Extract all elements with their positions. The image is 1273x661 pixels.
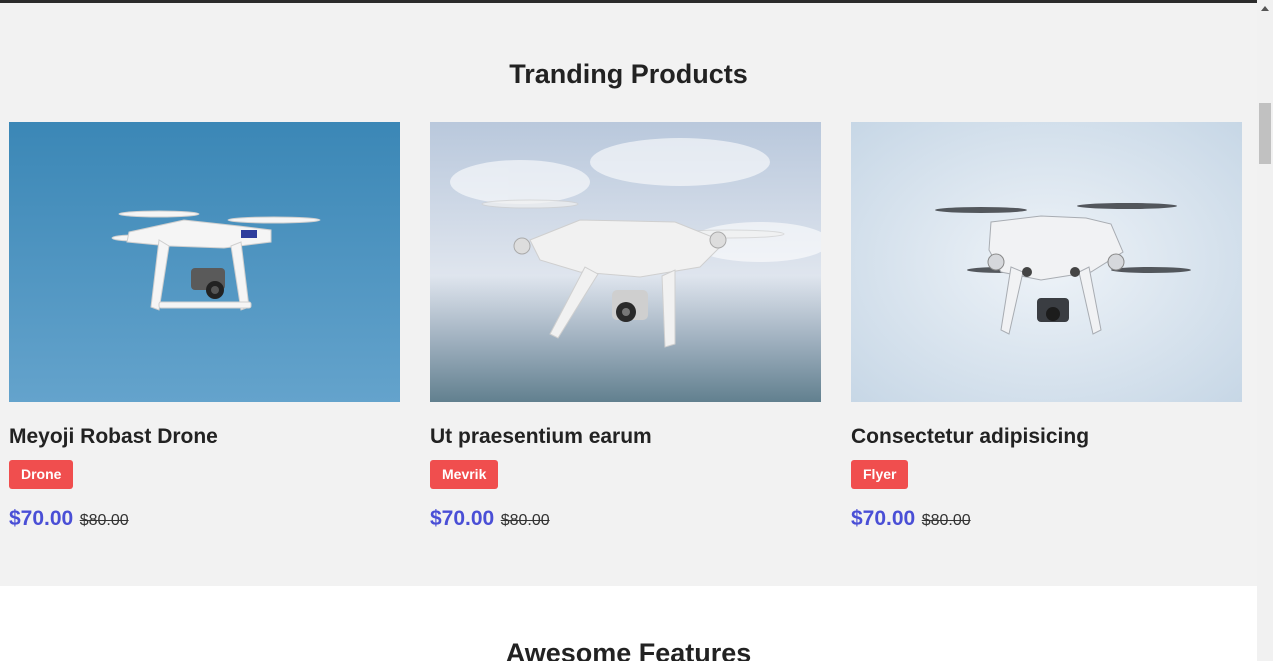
scrollbar-thumb[interactable] xyxy=(1259,103,1271,164)
product-tag-badge[interactable]: Flyer xyxy=(851,460,909,489)
product-price: $70.00 xyxy=(430,507,495,530)
scroll-up-arrow-icon[interactable] xyxy=(1261,6,1269,11)
product-image[interactable] xyxy=(851,122,1242,402)
section-title: Tranding Products xyxy=(509,59,748,89)
product-name[interactable]: Meyoji Robast Drone xyxy=(9,424,400,450)
product-image[interactable] xyxy=(430,122,821,402)
product-name[interactable]: Consectetur adipisicing xyxy=(851,424,1242,450)
product-old-price: $80.00 xyxy=(921,512,971,529)
section-title: Awesome Features xyxy=(505,638,752,661)
product-old-price: $80.00 xyxy=(79,512,129,529)
product-card[interactable]: Ut praesentium earum Mevrik $70.00 $80.0… xyxy=(430,122,821,534)
product-card[interactable]: Meyoji Robast Drone Drone $70.00 $80.00 xyxy=(9,122,400,534)
price-row: $70.00 $80.00 xyxy=(851,506,1242,534)
price-row: $70.00 $80.00 xyxy=(430,506,821,534)
price-row: $70.00 $80.00 xyxy=(9,506,400,534)
product-tag-badge[interactable]: Mevrik xyxy=(430,460,499,489)
product-price: $70.00 xyxy=(9,507,74,530)
product-old-price: $80.00 xyxy=(500,512,550,529)
product-name[interactable]: Ut praesentium earum xyxy=(430,424,821,450)
product-card[interactable]: Consectetur adipisicing Flyer $70.00 $80… xyxy=(851,122,1242,534)
product-tag-badge[interactable]: Drone xyxy=(9,460,74,489)
trending-products-section: Tranding Products Meyoji Robast Drone Dr… xyxy=(0,3,1257,586)
product-price: $70.00 xyxy=(851,507,916,530)
product-image[interactable] xyxy=(9,122,400,402)
vertical-scrollbar[interactable] xyxy=(1257,0,1273,661)
